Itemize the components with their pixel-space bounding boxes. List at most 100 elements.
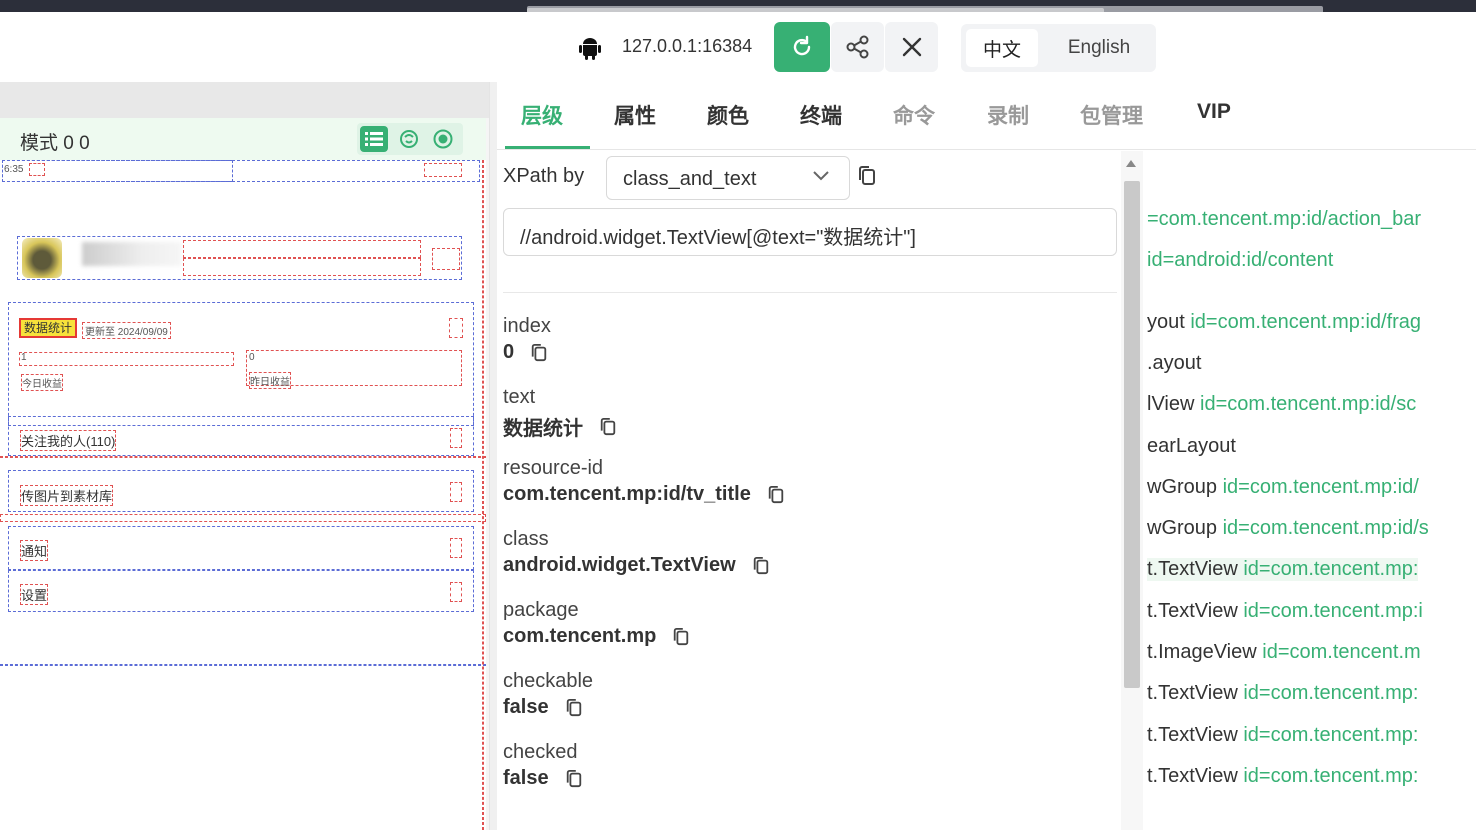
list-view-button[interactable] xyxy=(360,126,388,152)
tree-node-resource-id: id=com.tencent.mp:id/s xyxy=(1222,517,1429,540)
xpath-label: XPath by xyxy=(503,165,585,187)
device-address: 127.0.0.1:16384 xyxy=(622,36,753,56)
property-value-text: false xyxy=(503,696,549,718)
refresh-icon xyxy=(793,35,811,56)
inspector-tabs: 层级 属性 颜色 终端 命令 录制 包管理 VIP xyxy=(497,82,1476,150)
tree-node-resource-id: id=com.tencent.mp: xyxy=(1243,764,1419,787)
tree-node-class: t.ImageView xyxy=(1147,641,1263,663)
list-item[interactable]: 传图片到素材库 xyxy=(20,485,114,506)
tree-node-class: t.TextView xyxy=(1147,599,1244,622)
property-key: resource-id xyxy=(503,457,604,479)
tree-node[interactable]: t.TextView id=com.tencent.mp: xyxy=(1147,765,1418,788)
tree-node-resource-id: id=com.tencent.mp: xyxy=(1243,682,1419,705)
tab-terminal[interactable]: 终端 xyxy=(800,100,842,130)
tree-node-class: wGroup xyxy=(1147,517,1223,540)
active-tab-indicator xyxy=(505,146,590,149)
divider xyxy=(503,292,1117,293)
mode-label: 模式 0 0 xyxy=(20,133,90,154)
refresh-button[interactable] xyxy=(774,22,830,72)
panel-splitter[interactable] xyxy=(489,82,497,830)
status-time: 6:35 xyxy=(4,164,24,175)
date-text: 更新至 2024/09/09 xyxy=(82,322,171,339)
copy-icon[interactable] xyxy=(759,485,785,505)
status-icon-bounds xyxy=(29,163,45,176)
copy-icon[interactable] xyxy=(522,343,548,363)
root-bounds-edge xyxy=(482,160,484,830)
tab-vip[interactable]: VIP xyxy=(1197,100,1231,124)
vertical-scrollbar-thumb[interactable] xyxy=(1124,181,1140,688)
stat-left-label: 今日收益 xyxy=(21,374,63,391)
tree-node[interactable]: id=android:id/content xyxy=(1147,249,1333,272)
tree-node[interactable]: t.TextView id=com.tencent.mp: xyxy=(1147,724,1418,747)
chevron-down-icon xyxy=(811,165,831,191)
property-value: android.widget.TextView xyxy=(503,554,770,577)
list-item[interactable]: 设置 xyxy=(20,584,49,605)
list-item[interactable]: 关注我的人(110) xyxy=(20,430,117,451)
stat-left-value-bounds xyxy=(19,352,234,366)
property-value: false xyxy=(503,696,583,719)
property-key: package xyxy=(503,599,579,621)
lang-zh-button[interactable]: 中文 xyxy=(966,29,1038,67)
android-icon xyxy=(579,36,601,60)
lang-en-button[interactable]: English xyxy=(1046,29,1152,67)
stats-arrow-bounds xyxy=(449,318,463,338)
vertical-scrollbar[interactable] xyxy=(1121,151,1143,830)
gesture-button[interactable] xyxy=(395,126,423,152)
copy-icon[interactable] xyxy=(664,627,690,647)
close-button[interactable] xyxy=(885,22,938,72)
tree-node[interactable]: t.TextView id=com.tencent.mp: xyxy=(1147,682,1418,705)
property-key: checkable xyxy=(503,670,594,692)
tree-node-resource-id: id=com.tencent.mp: xyxy=(1243,558,1419,581)
copy-icon[interactable] xyxy=(557,698,583,718)
share-button[interactable] xyxy=(831,22,884,72)
mode-bar: 模式 0 0 xyxy=(0,118,486,160)
tree-node-class: earLayout xyxy=(1147,434,1236,457)
tab-properties[interactable]: 属性 xyxy=(614,100,656,130)
copy-icon[interactable] xyxy=(857,165,877,192)
copy-icon[interactable] xyxy=(557,769,583,789)
tree-node[interactable]: wGroup id=com.tencent.mp:id/s xyxy=(1147,517,1429,540)
property-value-text: 0 xyxy=(503,341,515,363)
tree-node[interactable]: =com.tencent.mp:id/action_bar xyxy=(1147,208,1421,231)
tree-node[interactable]: t.TextView id=com.tencent.mp: xyxy=(1147,558,1419,582)
tree-node[interactable]: lView id=com.tencent.mp:id/sc xyxy=(1147,393,1416,416)
properties-panel: XPath by class_and_text //android.widget… xyxy=(497,151,1121,830)
record-button[interactable] xyxy=(429,126,457,152)
tree-node-resource-id: id=com.tencent.mp:id/frag xyxy=(1190,310,1422,333)
blurred-username xyxy=(82,242,182,266)
property-value-text: false xyxy=(503,767,549,789)
tab-package-manager[interactable]: 包管理 xyxy=(1080,100,1143,130)
tree-node[interactable]: earLayout xyxy=(1147,435,1236,458)
row-arrow-bounds xyxy=(450,482,462,502)
content-bottom-bounds xyxy=(0,664,486,666)
hierarchy-tree: =com.tencent.mp:id/action_bar id=android… xyxy=(1143,151,1476,830)
row-arrow-bounds xyxy=(450,582,462,602)
tree-node-resource-id: id=com.tencent.mp:id/ xyxy=(1222,475,1419,498)
share-icon xyxy=(846,35,868,59)
record-icon xyxy=(433,129,453,149)
xpath-strategy-value: class_and_text xyxy=(623,168,757,190)
tree-node[interactable]: wGroup id=com.tencent.mp:id/ xyxy=(1147,476,1419,499)
copy-icon[interactable] xyxy=(591,417,617,437)
scroll-up-arrow-icon[interactable] xyxy=(1126,160,1136,167)
row-arrow-bounds xyxy=(450,538,462,558)
xpath-strategy-select[interactable]: class_and_text xyxy=(606,156,850,200)
tree-node[interactable]: t.TextView id=com.tencent.mp:i xyxy=(1147,600,1423,623)
selected-title-element[interactable]: 数据统计 xyxy=(19,318,77,338)
tab-hierarchy[interactable]: 层级 xyxy=(521,100,563,130)
tab-record[interactable]: 录制 xyxy=(987,100,1029,130)
tree-node-resource-id: =com.tencent.mp:id/action_bar xyxy=(1147,208,1422,230)
device-screenshot[interactable]: 模式 0 0 6:35 数据统计 更新至 2024/09/09 1 今日收益 0… xyxy=(0,118,486,830)
list-row-bounds xyxy=(8,570,474,612)
xpath-expression-field[interactable]: //android.widget.TextView[@text="数据统计"] xyxy=(503,208,1117,256)
tab-command[interactable]: 命令 xyxy=(893,100,935,130)
tree-node[interactable]: t.ImageView id=com.tencent.m xyxy=(1147,641,1421,664)
property-value: com.tencent.mp xyxy=(503,625,690,648)
tab-color[interactable]: 颜色 xyxy=(707,100,749,130)
list-row-bounds xyxy=(8,526,474,570)
copy-icon[interactable] xyxy=(744,556,770,576)
list-item[interactable]: 通知 xyxy=(20,540,49,561)
tree-node[interactable]: yout id=com.tencent.mp:id/frag xyxy=(1147,311,1421,334)
tree-node[interactable]: .ayout xyxy=(1147,352,1201,375)
property-value: 数据统计 xyxy=(503,412,617,441)
